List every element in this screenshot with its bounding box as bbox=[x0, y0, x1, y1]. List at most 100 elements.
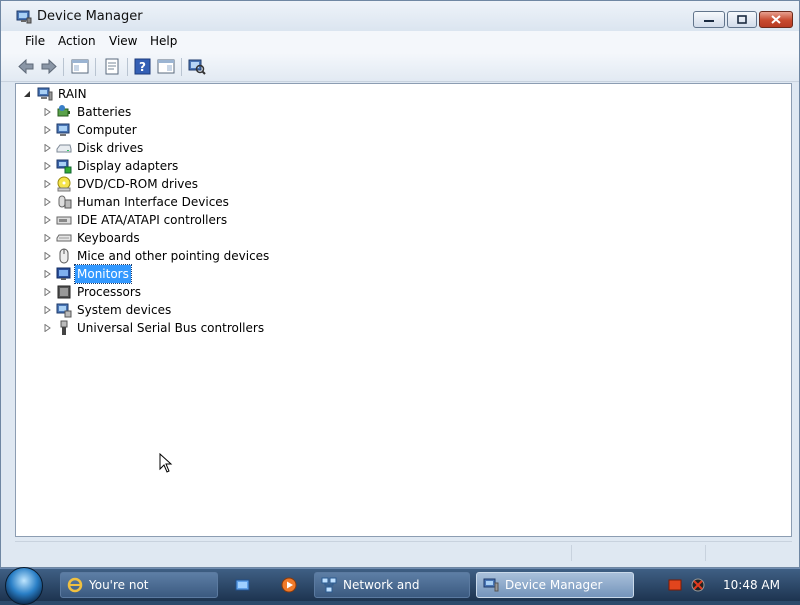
mouse-icon bbox=[59, 248, 69, 264]
expand-arrow-icon[interactable] bbox=[44, 270, 51, 278]
expand-arrow-icon[interactable] bbox=[44, 216, 51, 224]
menu-action[interactable]: Action bbox=[55, 34, 99, 48]
tree-item-label: Keyboards bbox=[77, 231, 140, 245]
collapse-arrow-icon[interactable] bbox=[24, 90, 31, 98]
disk-drive-icon bbox=[56, 144, 72, 153]
expand-arrow-icon[interactable] bbox=[44, 306, 51, 314]
close-icon bbox=[771, 15, 781, 24]
tree-item-label: Monitors bbox=[74, 264, 132, 284]
usb-icon bbox=[60, 320, 68, 335]
tree-item-label: Computer bbox=[77, 123, 137, 137]
tree-root-label: RAIN bbox=[58, 87, 87, 101]
tree-item-dvd-cd-rom-drives[interactable]: DVD/CD-ROM drives bbox=[16, 175, 416, 193]
status-bar bbox=[15, 541, 792, 562]
task-label: You're not connecte... bbox=[89, 578, 149, 592]
expand-arrow-icon[interactable] bbox=[44, 234, 51, 242]
expand-arrow-icon[interactable] bbox=[44, 288, 51, 296]
task-device-manager[interactable]: Device Manager bbox=[476, 572, 634, 598]
expand-arrow-icon[interactable] bbox=[44, 144, 51, 152]
tree-item-keyboards[interactable]: Keyboards bbox=[16, 229, 416, 247]
back-icon[interactable] bbox=[17, 58, 35, 75]
battery-icon bbox=[57, 105, 70, 117]
expand-arrow-icon[interactable] bbox=[44, 180, 51, 188]
maximize-icon bbox=[737, 15, 747, 24]
properties-icon[interactable] bbox=[103, 58, 121, 75]
tree-item-label: Processors bbox=[77, 285, 142, 299]
show-hide-console-tree-icon[interactable] bbox=[71, 58, 89, 75]
window-title: Device Manager bbox=[37, 9, 143, 24]
menu-bar: File Action View Help bbox=[1, 31, 799, 53]
computer-root-icon bbox=[37, 87, 53, 101]
device-tree[interactable]: RAIN Batteries Computer Disk drives Display… bbox=[15, 83, 792, 537]
task-internet-explorer[interactable]: You're not connecte... bbox=[60, 572, 218, 598]
dvd-drive-icon bbox=[57, 176, 71, 192]
tree-item-label: Display adapters bbox=[77, 159, 179, 173]
start-button[interactable] bbox=[5, 567, 43, 605]
mouse-cursor-icon bbox=[159, 453, 173, 473]
tree-item-display-adapters[interactable]: Display adapters bbox=[16, 157, 416, 175]
device-manager-icon bbox=[16, 10, 32, 24]
tree-item-processors[interactable]: Processors bbox=[16, 283, 416, 301]
monitor-icon bbox=[56, 267, 71, 280]
status-pane bbox=[705, 545, 792, 561]
expand-arrow-icon[interactable] bbox=[44, 324, 51, 332]
tree-item-human-interface-devices[interactable]: Human Interface Devices bbox=[16, 193, 416, 211]
system-device-icon bbox=[56, 303, 72, 318]
display-adapter-icon bbox=[56, 159, 72, 174]
minimize-icon bbox=[704, 19, 714, 22]
expand-arrow-icon[interactable] bbox=[44, 252, 51, 260]
network-icon bbox=[321, 577, 337, 593]
task-network-sharing[interactable]: Network and Sharing... bbox=[314, 572, 470, 598]
toolbar-separator bbox=[63, 58, 64, 76]
toolbar-separator bbox=[95, 58, 96, 76]
ide-controller-icon bbox=[56, 216, 72, 225]
minimize-button[interactable] bbox=[693, 11, 725, 28]
tree-item-label: Universal Serial Bus controllers bbox=[77, 321, 265, 335]
tree-item-disk-drives[interactable]: Disk drives bbox=[16, 139, 416, 157]
task-label: Network and Sharing... bbox=[343, 578, 420, 592]
tree-root[interactable]: RAIN bbox=[16, 85, 316, 103]
tree-item-ide-ata-atapi-controllers[interactable]: IDE ATA/ATAPI controllers bbox=[16, 211, 416, 229]
hid-icon bbox=[58, 195, 72, 209]
toolbar-separator bbox=[127, 58, 128, 76]
expand-arrow-icon[interactable] bbox=[44, 108, 51, 116]
computer-icon bbox=[56, 123, 70, 136]
keyboard-icon bbox=[56, 234, 72, 242]
clock[interactable]: 10:48 AM bbox=[723, 578, 780, 592]
tree-item-system-devices[interactable]: System devices bbox=[16, 301, 416, 319]
help-icon[interactable]: ? bbox=[134, 58, 152, 75]
tray-network-disconnected-icon[interactable] bbox=[691, 578, 705, 592]
expand-arrow-icon[interactable] bbox=[44, 198, 51, 206]
menu-help[interactable]: Help bbox=[147, 34, 180, 48]
tray-flag-icon[interactable] bbox=[668, 578, 682, 592]
maximize-button[interactable] bbox=[727, 11, 757, 28]
tree-item-label: Batteries bbox=[77, 105, 132, 119]
expand-arrow-icon[interactable] bbox=[44, 162, 51, 170]
forward-icon[interactable] bbox=[40, 58, 58, 75]
status-pane bbox=[571, 545, 704, 561]
tree-item-label: System devices bbox=[77, 303, 172, 317]
tree-item-monitors[interactable]: Monitors bbox=[16, 264, 416, 284]
title-bar[interactable]: Device Manager bbox=[1, 1, 799, 31]
scan-hardware-icon[interactable] bbox=[188, 58, 206, 75]
task-label: Device Manager bbox=[505, 578, 603, 592]
tree-item-computer[interactable]: Computer bbox=[16, 121, 416, 139]
tree-item-batteries[interactable]: Batteries bbox=[16, 103, 416, 121]
tree-item-mice-and-other-pointing-devices[interactable]: Mice and other pointing devices bbox=[16, 247, 416, 265]
device-manager-icon bbox=[483, 578, 499, 592]
svg-text:?: ? bbox=[139, 60, 146, 74]
toolbar: ? bbox=[1, 53, 799, 82]
internet-explorer-icon bbox=[67, 577, 83, 593]
device-manager-window: Device Manager File Action View Help ? R… bbox=[0, 0, 800, 568]
menu-file[interactable]: File bbox=[22, 34, 48, 48]
menu-view[interactable]: View bbox=[106, 34, 140, 48]
media-player-icon[interactable] bbox=[281, 577, 297, 593]
processor-icon bbox=[57, 285, 71, 299]
toolbar-separator bbox=[181, 58, 182, 76]
tree-item-universal-serial-bus-controllers[interactable]: Universal Serial Bus controllers bbox=[16, 319, 416, 337]
tree-item-label: IDE ATA/ATAPI controllers bbox=[77, 213, 228, 227]
action-pane-icon[interactable] bbox=[157, 58, 175, 75]
close-button[interactable] bbox=[759, 11, 793, 28]
show-desktop-icon[interactable] bbox=[235, 577, 251, 593]
expand-arrow-icon[interactable] bbox=[44, 126, 51, 134]
